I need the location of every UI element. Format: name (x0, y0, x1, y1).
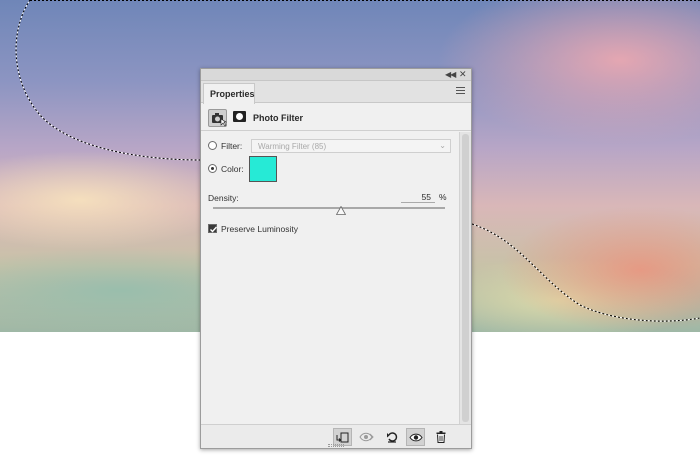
tab-properties[interactable]: Properties (203, 83, 255, 104)
panel-tabs: Properties (201, 81, 471, 104)
adjustment-layer-icon[interactable] (208, 109, 228, 127)
color-swatch[interactable] (249, 156, 277, 182)
color-label: Color: (221, 164, 244, 174)
close-icon[interactable]: ✕ (459, 69, 467, 80)
density-label: Density: (208, 193, 239, 203)
filter-dropdown[interactable]: Warming Filter (85) ⌄ (251, 139, 451, 153)
filter-dropdown-value: Warming Filter (85) (258, 142, 327, 151)
adjustment-controls: Filter: Warming Filter (85) ⌄ Color: Den… (201, 132, 459, 424)
tab-properties-label: Properties (210, 89, 255, 99)
color-radio[interactable] (208, 164, 217, 173)
panel-scrollbar[interactable] (459, 132, 471, 424)
menu-icon[interactable] (456, 87, 465, 95)
density-unit: % (439, 192, 447, 202)
density-slider-track[interactable] (213, 207, 445, 209)
preserve-luminosity-label: Preserve Luminosity (221, 224, 299, 234)
resize-grip[interactable] (328, 444, 344, 447)
preserve-luminosity-checkbox[interactable] (208, 224, 218, 233)
properties-panel: ◀◀ ✕ Properties Photo Filter Filter: War… (200, 68, 472, 449)
filter-label: Filter: (221, 141, 243, 151)
adjustment-title: Photo Filter (253, 113, 303, 123)
visibility-icon[interactable] (406, 428, 425, 446)
chevron-down-icon: ⌄ (439, 141, 446, 150)
view-previous-state-icon[interactable] (357, 428, 376, 446)
panel-titlebar[interactable]: ◀◀ ✕ (201, 69, 471, 81)
adjustment-header: Photo Filter (201, 104, 471, 131)
reset-icon[interactable] (382, 428, 401, 446)
filter-radio[interactable] (208, 141, 217, 150)
scrollbar-thumb[interactable] (462, 134, 469, 422)
delete-icon[interactable] (431, 428, 450, 446)
density-input[interactable]: 55 (401, 192, 435, 203)
mask-icon[interactable] (233, 111, 246, 122)
collapse-icon[interactable]: ◀◀ (445, 70, 456, 79)
